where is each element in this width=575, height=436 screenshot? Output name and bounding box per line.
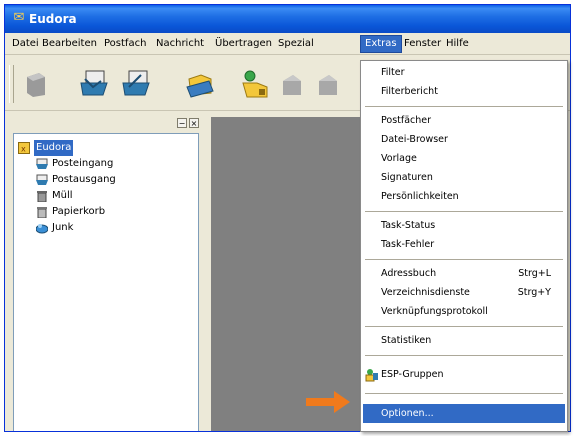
- reply-gray-icon[interactable]: [275, 67, 309, 101]
- menu-item-optionen[interactable]: Optionen...: [363, 404, 565, 423]
- menu-item-verzeichnisdienste[interactable]: Verzeichnisdienste Strg+Y: [363, 283, 565, 302]
- menu-hilfe[interactable]: Hilfe: [445, 37, 470, 53]
- menu-item-vorlage[interactable]: Vorlage: [363, 149, 565, 168]
- menu-item-task-status[interactable]: Task-Status: [363, 216, 565, 235]
- menu-extras[interactable]: Extras: [360, 35, 402, 53]
- forward-gray-icon[interactable]: [311, 67, 345, 101]
- outbox-icon: [36, 174, 48, 186]
- send-mail-icon[interactable]: [119, 67, 153, 101]
- menu-item-postfaecher[interactable]: Postfächer: [363, 111, 565, 130]
- extras-dropdown-menu: Filter Filterbericht Postfächer Datei-Br…: [360, 60, 568, 432]
- trash-icon: [36, 190, 48, 203]
- menu-nachricht[interactable]: Nachricht: [155, 37, 205, 53]
- menu-item-datei-browser[interactable]: Datei-Browser: [363, 130, 565, 149]
- menu-separator: [365, 355, 563, 356]
- menu-separator: [365, 106, 563, 107]
- svg-text:x: x: [21, 145, 26, 154]
- eudora-folder-icon: x: [18, 142, 30, 154]
- menu-uebertragen[interactable]: Übertragen: [214, 37, 273, 53]
- window-title: Eudora: [29, 12, 77, 26]
- folder-pane-header: − ×: [9, 117, 205, 131]
- menu-datei[interactable]: Datei: [11, 37, 40, 53]
- mailbox-tree[interactable]: x Eudora Posteingang Postausgang Müll Pa…: [13, 133, 199, 431]
- menu-fenster[interactable]: Fenster: [403, 37, 442, 53]
- menu-item-filter[interactable]: Filter: [363, 63, 565, 82]
- menu-item-statistiken[interactable]: Statistiken: [363, 331, 565, 350]
- menu-separator: [365, 211, 563, 212]
- close-pane-button[interactable]: ×: [189, 118, 199, 128]
- menu-postfach[interactable]: Postfach: [103, 37, 147, 53]
- menu-bar: Datei Bearbeiten Postfach Nachricht Über…: [5, 33, 570, 55]
- recycle-bin-icon: [36, 206, 48, 219]
- menu-item-signaturen[interactable]: Signaturen: [363, 168, 565, 187]
- inbox-icon: [36, 158, 48, 170]
- menu-separator: [365, 326, 563, 327]
- esp-groups-icon: [365, 368, 379, 382]
- eudora-app-icon: ✉: [13, 10, 25, 25]
- orange-arrow-icon: [306, 391, 350, 413]
- menu-item-persoenlichkeiten[interactable]: Persönlichkeiten: [363, 187, 565, 206]
- menu-item-filterbericht[interactable]: Filterbericht: [363, 82, 565, 101]
- menu-spezial[interactable]: Spezial: [277, 37, 315, 53]
- menu-separator: [365, 393, 563, 394]
- new-message-icon[interactable]: [183, 67, 217, 101]
- menu-separator: [365, 259, 563, 260]
- address-book-icon[interactable]: [239, 67, 273, 101]
- shortcut-label: Strg+Y: [517, 287, 551, 298]
- menu-item-adressbuch[interactable]: Adressbuch Strg+L: [363, 264, 565, 283]
- menu-bearbeiten[interactable]: Bearbeiten: [41, 37, 98, 53]
- menu-item-task-fehler[interactable]: Task-Fehler: [363, 235, 565, 254]
- menu-item-esp-gruppen[interactable]: ESP-Gruppen: [363, 365, 565, 384]
- check-mail-icon[interactable]: [77, 67, 111, 101]
- toolbar-grip[interactable]: [9, 65, 14, 103]
- folder-pane: − × x Eudora Posteingang Postausgang Mül…: [9, 117, 205, 431]
- junk-icon: [35, 222, 49, 234]
- minimize-pane-button[interactable]: −: [177, 118, 187, 128]
- mailbox-gray-icon[interactable]: [19, 67, 53, 101]
- menu-item-verknuepfungsprotokoll[interactable]: Verknüpfungsprotokoll: [363, 302, 565, 321]
- title-bar: ✉ Eudora: [5, 5, 570, 33]
- shortcut-label: Strg+L: [518, 268, 551, 279]
